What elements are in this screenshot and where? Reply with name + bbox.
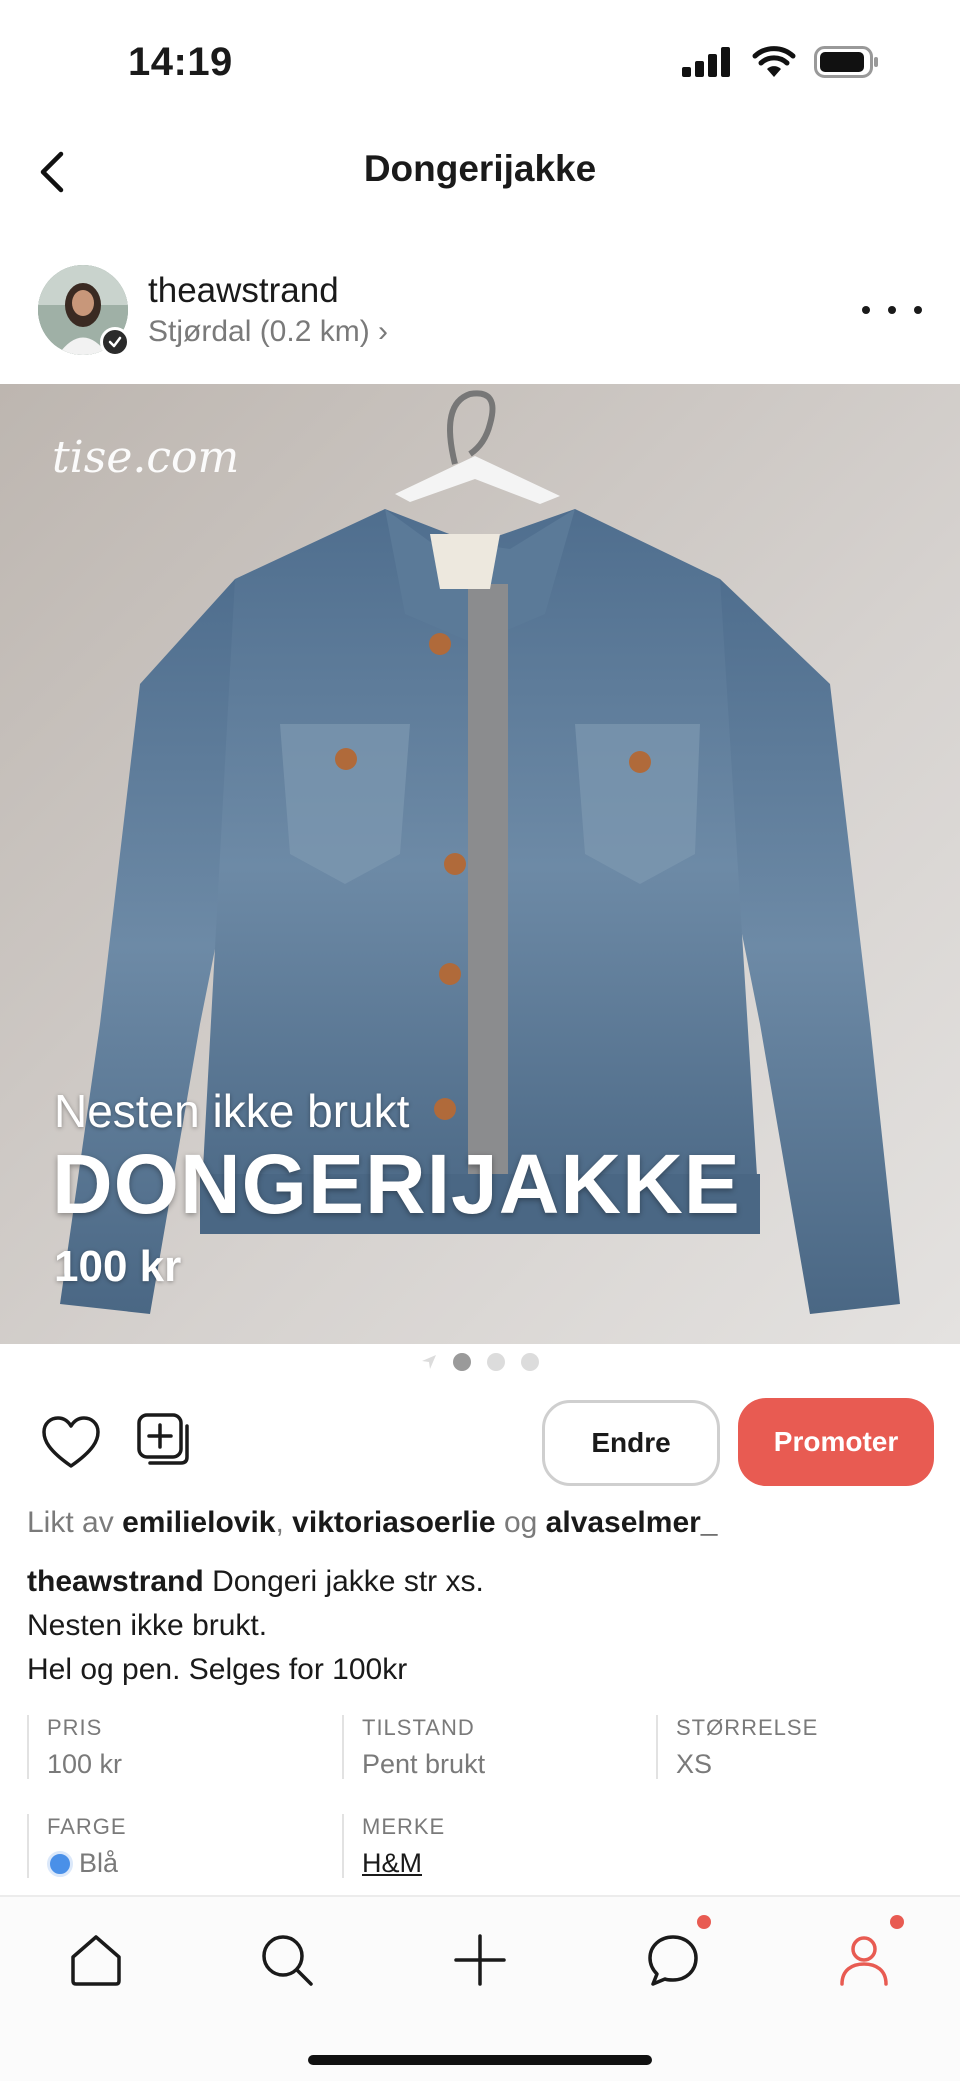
home-icon [71, 1935, 121, 1986]
more-dot-icon [914, 306, 922, 314]
status-icons [682, 46, 880, 78]
page-dot[interactable] [453, 1353, 471, 1371]
battery-icon [814, 46, 878, 78]
add-collection-icon [137, 1413, 189, 1465]
photo-price-text: 100 kr [54, 1242, 182, 1291]
verified-badge-icon [100, 327, 130, 357]
description-line: Nesten ikke brukt. [27, 1609, 268, 1642]
attribute-label: PRIS [47, 1715, 103, 1740]
attribute-price: PRIS 100 kr [27, 1715, 122, 1779]
tab-bar [0, 1895, 960, 2081]
add-to-collection-button[interactable] [134, 1410, 196, 1472]
tab-messages[interactable] [638, 1925, 708, 1995]
page-title: Dongerijakke [363, 148, 597, 189]
heart-icon [42, 1416, 100, 1468]
liked-by-text: Likt av emilielovik, viktoriasoerlie og … [27, 1506, 717, 1540]
wifi-icon [752, 46, 796, 77]
profile-notification-badge [890, 1915, 904, 1929]
brand-link[interactable]: H&M [362, 1848, 445, 1879]
search-icon [262, 1935, 313, 1986]
like-button[interactable] [40, 1414, 102, 1472]
more-options-button[interactable] [862, 295, 922, 325]
liked-by-separator: , [275, 1506, 284, 1539]
messages-notification-badge [697, 1915, 711, 1929]
attribute-size: STØRRELSE XS [656, 1715, 818, 1779]
more-dot-icon [862, 306, 870, 314]
attribute-label: TILSTAND [362, 1715, 475, 1740]
color-value: Blå [79, 1848, 119, 1878]
nav-header: Dongerijakke [0, 120, 960, 220]
liked-by-prefix: Likt av [27, 1506, 114, 1539]
description-line: Dongeri jakke str xs. [212, 1565, 484, 1598]
liked-by-conjunction: og [503, 1506, 538, 1539]
liked-by-user[interactable]: emilielovik [122, 1506, 275, 1539]
page-dot[interactable] [521, 1353, 539, 1371]
photo-title-text: DONGERIJAKKE [52, 1137, 741, 1231]
color-swatch-icon [47, 1850, 73, 1877]
tab-search[interactable] [252, 1925, 322, 1995]
photo-condition-text: Nesten ikke brukt [54, 1085, 410, 1137]
seller-username[interactable]: theawstrand [148, 271, 339, 311]
home-indicator [308, 2055, 652, 2065]
profile-icon [840, 1936, 888, 1986]
attribute-condition: TILSTAND Pent brukt [342, 1715, 485, 1779]
tab-create[interactable] [445, 1925, 515, 1995]
liked-by-user[interactable]: alvaselmer_ [546, 1506, 718, 1539]
attribute-color: FARGE Blå [27, 1814, 127, 1878]
listing-description: theawstrand Dongeri jakke str xs. Nesten… [27, 1560, 484, 1692]
tab-profile[interactable] [829, 1925, 899, 1995]
attribute-value: Blå [47, 1848, 127, 1879]
attribute-label: STØRRELSE [676, 1715, 819, 1740]
status-bar: 14:19 [0, 0, 960, 120]
location-arrow-icon [422, 1355, 436, 1369]
action-row: Endre Promoter [0, 1396, 960, 1486]
liked-by-user[interactable]: viktoriasoerlie [292, 1506, 495, 1539]
attribute-brand: MERKE H&M [342, 1814, 445, 1878]
edit-button[interactable]: Endre [542, 1400, 720, 1486]
cellular-signal-icon [682, 47, 730, 77]
tise-watermark: tise.com [52, 432, 240, 483]
description-line: Hel og pen. Selges for 100kr [27, 1653, 408, 1686]
description-author[interactable]: theawstrand [27, 1565, 204, 1598]
page-dot[interactable] [487, 1353, 505, 1371]
seller-location[interactable]: Stjørdal (0.2 km) › [148, 315, 388, 349]
listing-photo[interactable]: tise.com Nesten ikke brukt DONGERIJAKKE … [0, 384, 960, 1344]
photo-pagination [0, 1352, 960, 1372]
chat-icon [648, 1935, 698, 1986]
attribute-label: FARGE [47, 1814, 127, 1839]
plus-icon [454, 1934, 506, 1986]
seller-row[interactable]: theawstrand Stjørdal (0.2 km) › [0, 255, 960, 385]
more-dot-icon [888, 306, 896, 314]
attribute-value: XS [676, 1749, 713, 1779]
attribute-value: 100 kr [47, 1749, 123, 1779]
attribute-value: Pent brukt [362, 1749, 486, 1779]
status-time: 14:19 [128, 40, 233, 84]
tab-home[interactable] [61, 1925, 131, 1995]
attribute-label: MERKE [362, 1814, 446, 1839]
promote-button[interactable]: Promoter [738, 1398, 934, 1486]
